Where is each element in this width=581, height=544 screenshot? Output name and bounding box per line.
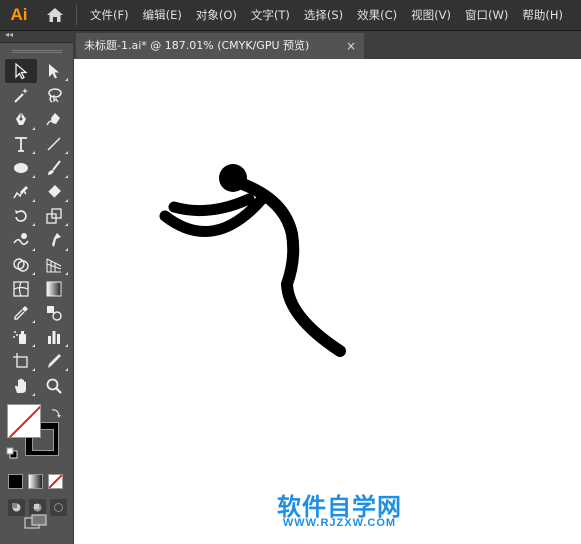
document-tab-title: 未标题-1.ai* @ 187.01% (CMYK/GPU 预览) — [84, 39, 310, 52]
lasso-tool-icon[interactable] — [38, 83, 70, 107]
zoom-tool-icon[interactable] — [38, 373, 70, 397]
color-mode-button[interactable] — [8, 473, 23, 489]
direct-selection-tool-icon[interactable] — [38, 59, 70, 83]
eyedropper-tool-icon[interactable] — [5, 301, 37, 325]
menu-window[interactable]: 窗口(W) — [458, 0, 515, 31]
type-tool-icon[interactable] — [5, 132, 37, 156]
tools-panel-header: ◂◂ — [0, 30, 73, 43]
symbol-sprayer-tool-icon[interactable] — [5, 325, 37, 349]
watermark-url: WWW.RJZXW.COM — [282, 517, 397, 529]
blend-tool-icon[interactable] — [38, 301, 70, 325]
fill-stroke-controls — [0, 402, 73, 472]
artboard-tool-icon[interactable] — [5, 349, 37, 373]
selection-tool-icon[interactable] — [5, 59, 37, 84]
menu-effect[interactable]: 效果(C) — [350, 0, 404, 31]
curvature-tool-icon[interactable] — [38, 107, 70, 131]
pen-tool-icon[interactable] — [5, 107, 37, 131]
menu-edit[interactable]: 编辑(E) — [136, 0, 189, 31]
none-mode-button[interactable] — [48, 473, 63, 489]
scale-tool-icon[interactable] — [38, 204, 70, 228]
menu-type[interactable]: 文字(T) — [244, 0, 297, 31]
gradient-mode-button[interactable] — [28, 473, 43, 489]
default-fill-stroke-icon[interactable] — [6, 444, 18, 463]
line-segment-tool-icon[interactable] — [38, 132, 70, 156]
artwork[interactable] — [74, 59, 581, 544]
hand-tool-icon[interactable] — [5, 373, 37, 397]
ellipse-tool-icon[interactable] — [5, 156, 37, 180]
menu-file[interactable]: 文件(F) — [83, 0, 136, 31]
app-logo: Ai — [10, 5, 28, 24]
slice-tool-icon[interactable] — [38, 349, 70, 373]
rotate-tool-icon[interactable] — [5, 204, 37, 228]
puppet-warp-tool-icon[interactable] — [38, 228, 70, 252]
artboard-canvas[interactable]: 软件自学网 WWW.RJZXW.COM — [74, 59, 581, 544]
shape-builder-tool-icon[interactable] — [5, 253, 37, 277]
panel-grip[interactable] — [0, 43, 73, 59]
menu-bar: Ai 文件(F) 编辑(E) 对象(O) 文字(T) 选择(S) 效果(C) 视… — [0, 0, 581, 31]
close-tab-icon[interactable]: × — [346, 33, 356, 59]
menu-view[interactable]: 视图(V) — [404, 0, 458, 31]
shaper-tool-icon[interactable] — [5, 180, 37, 204]
collapse-panel-icon[interactable]: ◂◂ — [5, 30, 13, 39]
draw-inside-button[interactable] — [50, 498, 67, 516]
draw-normal-button[interactable] — [8, 498, 25, 516]
menu-help[interactable]: 帮助(H) — [515, 0, 570, 31]
document-tab[interactable]: 未标题-1.ai* @ 187.01% (CMYK/GPU 预览) × — [76, 33, 364, 59]
perspective-grid-tool-icon[interactable] — [38, 253, 70, 277]
menu-select[interactable]: 选择(S) — [297, 0, 350, 31]
document-tab-bar: 未标题-1.ai* @ 187.01% (CMYK/GPU 预览) × — [74, 31, 581, 59]
gradient-tool-icon[interactable] — [38, 277, 70, 301]
screen-mode-icon[interactable] — [24, 514, 48, 534]
tools-panel: ◂◂ — [0, 30, 74, 544]
fill-color-swatch[interactable] — [7, 403, 41, 438]
menu-object[interactable]: 对象(O) — [189, 0, 244, 31]
paintbrush-tool-icon[interactable] — [38, 156, 70, 180]
mesh-tool-icon[interactable] — [5, 277, 37, 301]
eraser-tool-icon[interactable] — [38, 180, 70, 204]
magic-wand-tool-icon[interactable] — [5, 83, 37, 107]
home-icon[interactable] — [38, 0, 72, 31]
swap-fill-stroke-icon[interactable] — [50, 404, 62, 423]
warp-tool-icon[interactable] — [5, 228, 37, 252]
menu-separator — [76, 5, 77, 25]
artwork-crossbar-upper — [168, 193, 255, 217]
column-graph-tool-icon[interactable] — [38, 325, 70, 349]
